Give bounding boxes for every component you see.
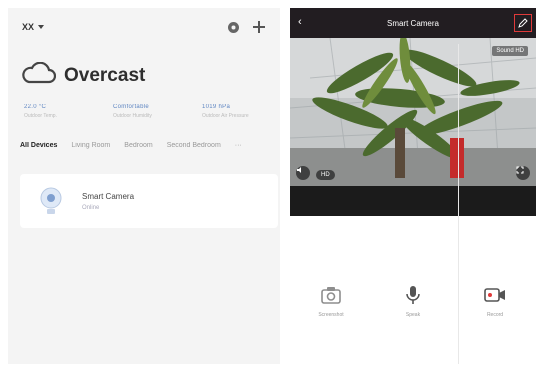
video-record-icon bbox=[484, 284, 506, 306]
add-icon[interactable] bbox=[252, 20, 266, 34]
tab-living-room[interactable]: Living Room bbox=[71, 142, 110, 149]
stat-pressure: 1019 hPa Outdoor Air Pressure bbox=[202, 104, 274, 119]
home-name: XX bbox=[22, 22, 35, 32]
speak-button[interactable]: Speak bbox=[383, 284, 443, 318]
top-bar: XX bbox=[8, 8, 280, 46]
chevron-down-icon bbox=[38, 25, 45, 29]
camera-title: Smart Camera bbox=[386, 18, 439, 28]
control-label: Screenshot bbox=[318, 312, 344, 318]
stat-label: Outdoor Air Pressure bbox=[202, 113, 249, 119]
weather-condition: Overcast bbox=[64, 64, 146, 86]
weather-summary: Overcast bbox=[20, 61, 146, 89]
device-name: Smart Camera bbox=[82, 191, 135, 201]
cloud-icon bbox=[20, 61, 57, 89]
home-screen: XX Overcast 22.0 °C Outdoor Temp. Comfor… bbox=[8, 8, 280, 364]
stat-value: Comfortable bbox=[113, 104, 149, 110]
hd-toggle[interactable]: HD bbox=[316, 170, 335, 180]
microphone-icon bbox=[402, 284, 424, 306]
camera-device-icon bbox=[36, 186, 66, 216]
weather-stats: 22.0 °C Outdoor Temp. Comfortable Outdoo… bbox=[24, 104, 274, 119]
device-info: Smart Camera Online bbox=[82, 192, 134, 211]
video-toolbar-strip bbox=[290, 186, 536, 216]
stat-label: Outdoor Humidity bbox=[113, 113, 152, 119]
record-button[interactable]: Record bbox=[465, 284, 525, 318]
stat-value: 1019 hPa bbox=[202, 104, 231, 110]
room-tabs: All Devices Living Room Bedroom Second B… bbox=[20, 142, 276, 149]
live-video-feed[interactable]: Sound HD HD bbox=[290, 38, 536, 186]
screenshot-root: XX Overcast 22.0 °C Outdoor Temp. Comfor… bbox=[0, 0, 539, 366]
stat-temperature: 22.0 °C Outdoor Temp. bbox=[24, 104, 96, 119]
screenshot-button[interactable]: Screenshot bbox=[301, 284, 361, 318]
stat-humidity: Comfortable Outdoor Humidity bbox=[113, 104, 185, 119]
stat-label: Outdoor Temp. bbox=[24, 113, 57, 119]
video-frame bbox=[290, 38, 536, 186]
camera-screen: ‹ Smart Camera Sound HD HD Screenshot Sp… bbox=[290, 8, 536, 364]
tab-all-devices[interactable]: All Devices bbox=[20, 142, 57, 149]
camera-header: ‹ Smart Camera bbox=[290, 8, 536, 38]
tab-more[interactable]: ··· bbox=[235, 142, 242, 149]
tab-bedroom[interactable]: Bedroom bbox=[124, 142, 152, 149]
camera-icon bbox=[320, 284, 342, 306]
resolution-badge[interactable]: Sound HD bbox=[492, 46, 528, 56]
mute-icon[interactable] bbox=[296, 166, 310, 180]
device-card-smart-camera[interactable]: Smart Camera Online bbox=[20, 174, 278, 228]
back-arrow-icon[interactable]: ‹ bbox=[298, 17, 302, 28]
tab-second-bedroom[interactable]: Second Bedroom bbox=[167, 142, 221, 149]
scene-icon[interactable] bbox=[226, 20, 240, 34]
camera-controls: Screenshot Speak Record bbox=[290, 284, 536, 318]
control-label: Record bbox=[486, 312, 504, 318]
control-label: Speak bbox=[405, 312, 421, 318]
fullscreen-icon[interactable] bbox=[516, 166, 530, 180]
device-status: Online bbox=[82, 204, 100, 211]
home-selector[interactable]: XX bbox=[22, 22, 45, 32]
edit-icon[interactable] bbox=[514, 14, 532, 32]
stat-value: 22.0 °C bbox=[24, 104, 47, 110]
